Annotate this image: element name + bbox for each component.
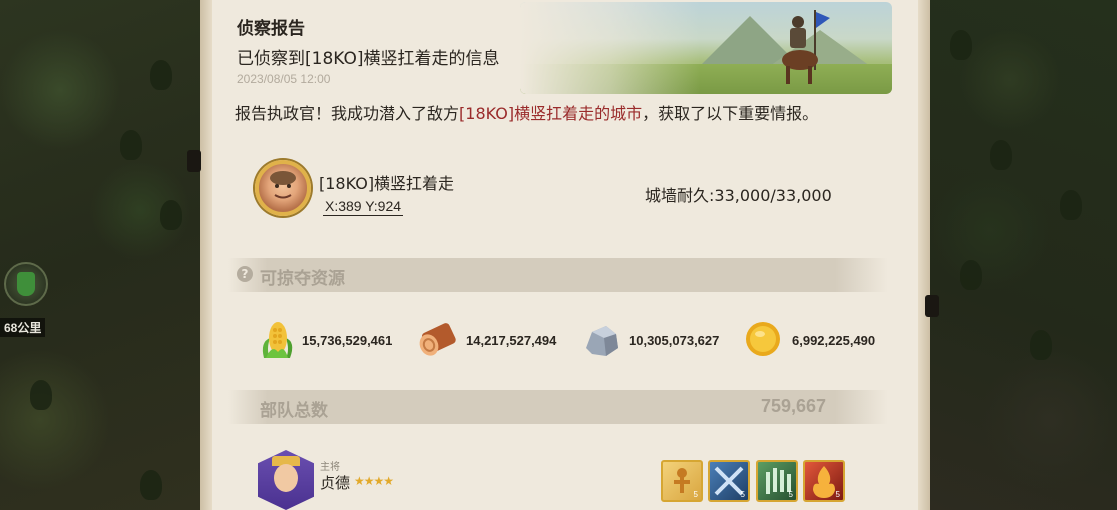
corn-icon: [262, 322, 293, 358]
stone-icon: [586, 326, 618, 356]
skill-level: 5: [740, 490, 745, 499]
wall-durability: 城墙耐久:33,000/33,000: [645, 186, 832, 205]
commander-role: 主将: [320, 462, 340, 473]
tree-icon: [960, 260, 982, 290]
target-coordinates-link[interactable]: X:389 Y:924: [323, 198, 404, 216]
report-body-prefix: 报告执政官！我成功潜入了敌方: [235, 104, 460, 123]
ankh-skill-icon[interactable]: 5: [661, 460, 703, 502]
flag-hand-skill-icon[interactable]: 5: [756, 460, 798, 502]
map-background-left: [0, 0, 200, 510]
skill-level: 5: [693, 490, 698, 499]
enemy-city-link[interactable]: [18KO]横竖扛着走的城市: [459, 104, 642, 123]
skill-level: 5: [835, 490, 840, 499]
skill-level: 5: [788, 490, 793, 499]
city-marker-icon[interactable]: [4, 262, 48, 306]
tree-icon: [1060, 190, 1082, 220]
help-icon[interactable]: ?: [237, 266, 253, 282]
report-title: 侦察报告: [237, 19, 305, 39]
map-background-right: [930, 0, 1117, 510]
tree-icon: [950, 30, 972, 60]
panel-edge: [200, 0, 212, 510]
report-subtitle: 已侦察到[18KO]横竖扛着走的信息: [237, 49, 500, 69]
commander-stars: ★★★★: [354, 474, 394, 488]
tree-icon: [160, 200, 182, 230]
troops-total-label: 部队总数: [260, 401, 328, 421]
food-amount: 15,736,529,461: [302, 333, 393, 348]
panel-clip: [925, 295, 939, 317]
knight-rider-icon: [782, 10, 830, 84]
governor-portrait-icon[interactable]: [255, 160, 311, 216]
report-body: 报告执政官！我成功潜入了敌方[18KO]横竖扛着走的城市，获取了以下重要情报。: [235, 100, 875, 127]
fire-warrior-skill-icon[interactable]: 5: [803, 460, 845, 502]
commander-name: 贞德: [320, 474, 351, 492]
tree-icon: [150, 60, 172, 90]
crossed-blades-skill-icon[interactable]: 5: [708, 460, 750, 502]
target-name: [18KO]横竖扛着走: [319, 174, 455, 193]
tree-icon: [140, 470, 162, 500]
gold-amount: 6,992,225,490: [792, 333, 876, 348]
wood-amount: 14,217,527,494: [466, 333, 557, 348]
gold-coin-icon: [746, 322, 780, 356]
panel-clip: [187, 150, 201, 172]
panel-edge: [918, 0, 930, 510]
report-timestamp: 2023/08/05 12:00: [237, 72, 331, 86]
tree-icon: [120, 130, 142, 160]
report-banner-image: [520, 2, 892, 94]
report-body-suffix: ，获取了以下重要情报。: [642, 104, 819, 123]
tree-icon: [1030, 330, 1052, 360]
wood-log-icon: [419, 323, 456, 356]
map-distance-label: 68公里: [0, 318, 46, 337]
tree-icon: [990, 140, 1012, 170]
stone-amount: 10,305,073,627: [629, 333, 720, 348]
lootable-resources-title: 可掠夺资源: [260, 269, 345, 289]
troops-total-value: 759,667: [761, 396, 827, 416]
tree-icon: [30, 380, 52, 410]
